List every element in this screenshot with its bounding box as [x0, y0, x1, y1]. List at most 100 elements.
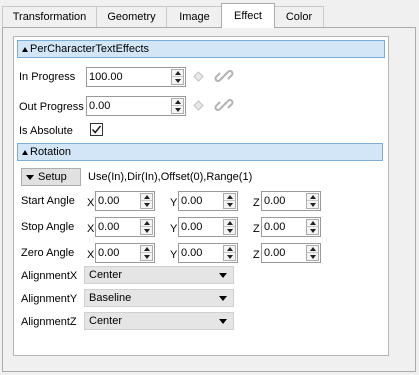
- step-down-icon[interactable]: [307, 201, 318, 208]
- stop-z-input[interactable]: [264, 220, 306, 234]
- setup-button[interactable]: Setup: [21, 168, 81, 186]
- zero-y-stepper[interactable]: [223, 245, 236, 261]
- dropdown-arrow-icon: [219, 273, 227, 278]
- alignment-x-select[interactable]: Center: [84, 266, 234, 284]
- zero-z-spinbox[interactable]: [261, 243, 321, 263]
- link-icon[interactable]: [214, 95, 234, 115]
- in-progress-input[interactable]: [89, 70, 169, 84]
- step-up-icon[interactable]: [307, 194, 318, 201]
- step-down-icon[interactable]: [141, 227, 152, 234]
- rotation-section-header[interactable]: Rotation: [17, 143, 383, 161]
- stop-x-stepper[interactable]: [140, 219, 153, 235]
- stop-y-spinbox[interactable]: [178, 217, 238, 237]
- start-x-spinbox[interactable]: [95, 191, 155, 211]
- axis-y-label: Y: [170, 223, 178, 235]
- zero-x-input[interactable]: [98, 246, 140, 260]
- tab-image[interactable]: Image: [166, 6, 223, 27]
- dropdown-arrow-icon: [219, 296, 227, 301]
- stop-y-stepper[interactable]: [223, 219, 236, 235]
- alignment-z-label: AlignmentZ: [21, 316, 77, 328]
- stop-z-stepper[interactable]: [306, 219, 319, 235]
- alignment-y-value: Baseline: [89, 292, 132, 304]
- link-icon[interactable]: [214, 66, 234, 86]
- stop-z-spinbox[interactable]: [261, 217, 321, 237]
- in-progress-stepper[interactable]: [171, 69, 184, 85]
- start-z-input[interactable]: [264, 194, 306, 208]
- zero-x-stepper[interactable]: [140, 245, 153, 261]
- alignment-x-label: AlignmentX: [21, 270, 78, 282]
- collapse-arrow-icon: [22, 46, 28, 52]
- step-down-icon[interactable]: [141, 201, 152, 208]
- step-down-icon[interactable]: [224, 227, 235, 234]
- axis-x-label: X: [87, 249, 95, 261]
- start-angle-label: Start Angle: [21, 195, 75, 207]
- step-up-icon[interactable]: [172, 99, 183, 106]
- axis-x-label: X: [87, 197, 95, 209]
- keyframe-diamond-icon[interactable]: [193, 100, 204, 111]
- in-progress-spinbox[interactable]: [86, 67, 186, 87]
- stop-x-spinbox[interactable]: [95, 217, 155, 237]
- tab-color[interactable]: Color: [274, 6, 324, 27]
- step-up-icon[interactable]: [172, 70, 183, 77]
- dropdown-arrow-icon: [26, 174, 34, 180]
- step-up-icon[interactable]: [307, 220, 318, 227]
- step-up-icon[interactable]: [141, 246, 152, 253]
- start-y-stepper[interactable]: [223, 193, 236, 209]
- is-absolute-label: Is Absolute: [19, 125, 73, 137]
- start-x-input[interactable]: [98, 194, 140, 208]
- collapse-arrow-icon: [22, 149, 28, 155]
- step-down-icon[interactable]: [307, 227, 318, 234]
- setup-label: Setup: [38, 171, 67, 183]
- alignment-y-select[interactable]: Baseline: [84, 289, 234, 307]
- step-up-icon[interactable]: [141, 194, 152, 201]
- start-z-spinbox[interactable]: [261, 191, 321, 211]
- zero-y-input[interactable]: [181, 246, 223, 260]
- tab-transformation[interactable]: Transformation: [2, 6, 97, 27]
- is-absolute-checkbox[interactable]: [90, 123, 103, 136]
- out-progress-label: Out Progress: [19, 101, 84, 113]
- axis-x-label: X: [87, 223, 95, 235]
- setup-summary: Use(In),Dir(In),Offset(0),Range(1): [88, 171, 253, 183]
- step-up-icon[interactable]: [224, 194, 235, 201]
- out-progress-spinbox[interactable]: [86, 96, 186, 116]
- keyframe-diamond-icon[interactable]: [193, 71, 204, 82]
- stop-y-input[interactable]: [181, 220, 223, 234]
- checkmark-icon: [91, 125, 102, 134]
- tab-effect[interactable]: Effect: [221, 3, 275, 28]
- step-up-icon[interactable]: [307, 246, 318, 253]
- in-progress-label: In Progress: [19, 71, 76, 83]
- step-up-icon[interactable]: [224, 220, 235, 227]
- start-z-stepper[interactable]: [306, 193, 319, 209]
- stop-x-input[interactable]: [98, 220, 140, 234]
- dropdown-arrow-icon: [219, 319, 227, 324]
- axis-z-label: Z: [253, 223, 260, 235]
- zero-x-spinbox[interactable]: [95, 243, 155, 263]
- step-up-icon[interactable]: [224, 246, 235, 253]
- start-y-spinbox[interactable]: [178, 191, 238, 211]
- step-down-icon[interactable]: [172, 77, 183, 84]
- step-down-icon[interactable]: [224, 201, 235, 208]
- alignment-z-value: Center: [89, 315, 123, 327]
- start-x-stepper[interactable]: [140, 193, 153, 209]
- tab-geometry[interactable]: Geometry: [96, 6, 167, 27]
- out-progress-stepper[interactable]: [171, 98, 184, 114]
- step-down-icon[interactable]: [141, 253, 152, 260]
- alignment-z-select[interactable]: Center: [84, 312, 234, 330]
- percharacter-header-label: PerCharacterTextEffects: [30, 43, 150, 55]
- zero-y-spinbox[interactable]: [178, 243, 238, 263]
- step-down-icon[interactable]: [224, 253, 235, 260]
- step-up-icon[interactable]: [141, 220, 152, 227]
- alignment-y-label: AlignmentY: [21, 293, 78, 305]
- percharacter-section-header[interactable]: PerCharacterTextEffects: [17, 40, 385, 58]
- axis-y-label: Y: [170, 197, 178, 209]
- step-down-icon[interactable]: [307, 253, 318, 260]
- zero-angle-label: Zero Angle: [21, 247, 75, 259]
- axis-z-label: Z: [253, 249, 260, 261]
- start-y-input[interactable]: [181, 194, 223, 208]
- step-down-icon[interactable]: [172, 106, 183, 113]
- rotation-header-label: Rotation: [30, 146, 71, 158]
- out-progress-input[interactable]: [89, 99, 169, 113]
- zero-z-stepper[interactable]: [306, 245, 319, 261]
- zero-z-input[interactable]: [264, 246, 306, 260]
- stop-angle-label: Stop Angle: [21, 221, 75, 233]
